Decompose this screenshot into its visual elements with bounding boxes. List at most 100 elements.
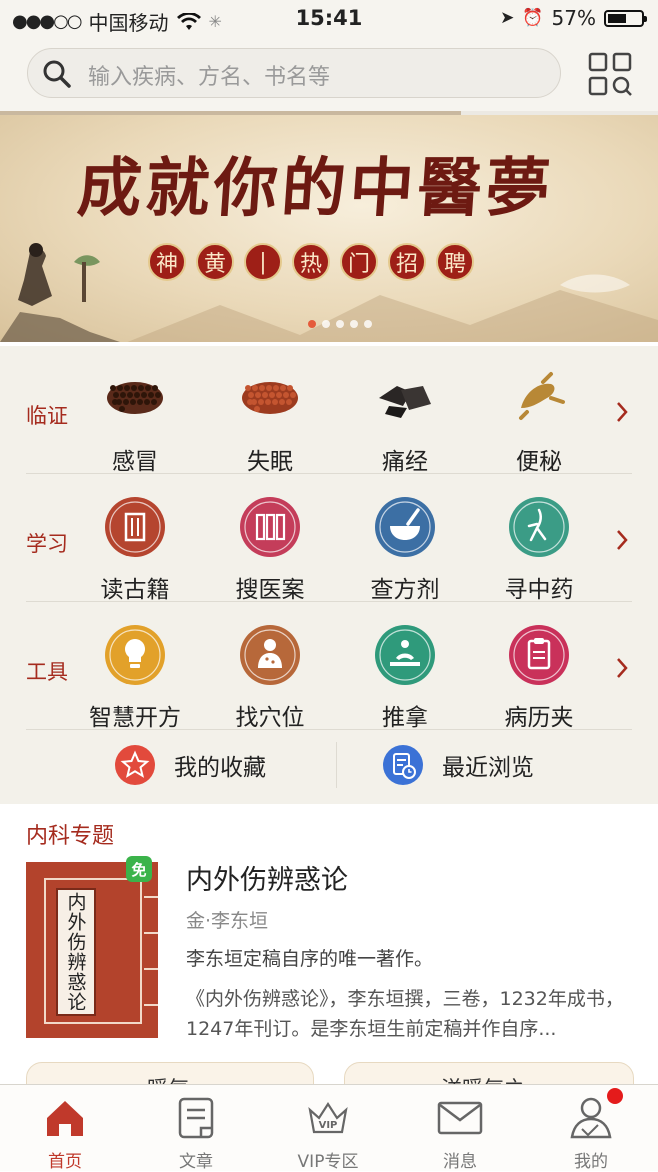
- tab-label: 消息: [443, 1152, 477, 1172]
- category-item-label: 感冒: [112, 449, 158, 475]
- free-badge: 免: [126, 856, 152, 882]
- category-item-label: 寻中药: [504, 577, 574, 603]
- banner-chip: 热: [292, 243, 330, 281]
- category-item[interactable]: 读古籍: [80, 496, 190, 604]
- tab-bar: 首页 文章 VIP VIP专区 消息 我的: [0, 1084, 658, 1172]
- tab-user[interactable]: 我的: [541, 1093, 641, 1172]
- banner-dot[interactable]: [308, 320, 316, 328]
- location-icon: ➤: [500, 8, 515, 28]
- tab-label: 文章: [179, 1152, 213, 1172]
- vip-crown-icon: VIP: [278, 1093, 378, 1143]
- recent-label: 最近浏览: [442, 755, 534, 781]
- category-item[interactable]: 失眠: [215, 368, 325, 476]
- banner-chip: 门: [340, 243, 378, 281]
- notification-dot: [607, 1088, 623, 1104]
- banner-dot[interactable]: [322, 320, 330, 328]
- svg-text:VIP: VIP: [319, 1120, 338, 1131]
- category-item-label: 找穴位: [235, 705, 305, 731]
- banner-chip: |: [244, 243, 282, 281]
- book-cover-title: 内外伤辨惑论: [56, 888, 96, 1016]
- search-header: 输入疾病、方名、书名等: [0, 38, 658, 112]
- acupoint-body-icon: [240, 625, 300, 685]
- scroll-book-icon: [105, 497, 165, 557]
- article-icon: [146, 1093, 246, 1143]
- star-icon: [115, 745, 155, 785]
- banner-title: 成就你的中醫夢: [74, 151, 557, 226]
- promo-banner[interactable]: 成就你的中醫夢 神黄 | 热门招聘: [0, 115, 658, 342]
- tab-label: VIP专区: [297, 1152, 359, 1172]
- mail-icon: [410, 1093, 510, 1143]
- tab-vip-crown[interactable]: VIP VIP专区: [278, 1093, 378, 1172]
- history-icon: [383, 745, 423, 785]
- banner-dot[interactable]: [364, 320, 372, 328]
- category-item[interactable]: 查方剂: [350, 496, 460, 604]
- banner-chip: 招: [388, 243, 426, 281]
- category-item-label: 查方剂: [370, 577, 440, 603]
- banner-chip: 聘: [436, 243, 474, 281]
- tab-label: 我的: [574, 1152, 608, 1172]
- banner-chip: 神: [148, 243, 186, 281]
- category-item[interactable]: 推拿: [350, 624, 460, 732]
- category-item[interactable]: 感冒: [80, 368, 190, 476]
- row-divider: [26, 473, 632, 474]
- tab-home[interactable]: 首页: [15, 1093, 115, 1172]
- mortar-icon: [375, 497, 435, 557]
- banner-dot[interactable]: [336, 320, 344, 328]
- battery-icon: [604, 9, 647, 27]
- chevron-right-icon[interactable]: [614, 656, 630, 684]
- category-row-label: 临证: [26, 404, 68, 428]
- search-placeholder: 输入疾病、方名、书名等: [88, 65, 331, 90]
- banner-chip: 黄: [196, 243, 234, 281]
- category-item-label: 病历夹: [504, 705, 574, 731]
- search-input[interactable]: 输入疾病、方名、书名等: [27, 48, 561, 98]
- herb-seeds-icon: [107, 382, 163, 414]
- book-binding: [144, 862, 158, 1038]
- battery-percent: 57%: [551, 6, 596, 30]
- chevron-right-icon[interactable]: [614, 528, 630, 556]
- book-author: 金·李东垣: [186, 910, 269, 932]
- category-item[interactable]: 便秘: [484, 368, 594, 476]
- category-row: 临证感冒 失眠 痛经 便秘: [0, 346, 658, 476]
- status-bar: ●●●○○ 中国移动 ✳ 15:41 ➤ ⏰ 57%: [0, 0, 658, 38]
- book-summary: 李东垣定稿自序的唯一著作。: [186, 948, 434, 970]
- user-icon: [541, 1093, 641, 1143]
- banner-chips: 神黄 | 热门招聘: [148, 243, 474, 281]
- category-item-label: 便秘: [516, 449, 562, 475]
- books-icon: [240, 497, 300, 557]
- lightbulb-icon: [105, 625, 165, 685]
- home-icon: [15, 1093, 115, 1143]
- category-row-label: 学习: [26, 532, 68, 556]
- scan-grid-icon[interactable]: [588, 52, 632, 96]
- chevron-right-icon[interactable]: [614, 400, 630, 428]
- book-cover[interactable]: 内外伤辨惑论: [26, 862, 158, 1038]
- herb-root-icon: [519, 372, 565, 420]
- category-item[interactable]: 找穴位: [215, 624, 325, 732]
- category-row: 学习读古籍 搜医案 查方剂 寻中药: [0, 474, 658, 604]
- banner-pagination[interactable]: [308, 320, 372, 328]
- favorites-button[interactable]: 我的收藏: [114, 740, 266, 790]
- shortcut-divider: [336, 742, 337, 788]
- category-item[interactable]: 痛经: [350, 368, 460, 476]
- category-row: 工具 智慧开方 找穴位 推拿 病历夹: [0, 602, 658, 732]
- recent-button[interactable]: 最近浏览: [382, 740, 534, 790]
- category-item[interactable]: 病历夹: [484, 624, 594, 732]
- category-item-label: 痛经: [382, 449, 428, 475]
- alarm-icon: ⏰: [522, 8, 544, 28]
- category-item[interactable]: 寻中药: [484, 496, 594, 604]
- category-item-label: 搜医案: [235, 577, 305, 603]
- category-item[interactable]: 智慧开方: [80, 624, 190, 732]
- book-title[interactable]: 内外伤辨惑论: [186, 858, 348, 897]
- tab-mail[interactable]: 消息: [410, 1093, 510, 1172]
- tab-article[interactable]: 文章: [146, 1093, 246, 1172]
- row-divider: [26, 601, 632, 602]
- banner-dot[interactable]: [350, 320, 358, 328]
- massage-icon: [375, 625, 435, 685]
- herb-red-seeds-icon: [242, 382, 298, 414]
- clipboard-icon: [509, 625, 569, 685]
- tab-label: 首页: [48, 1152, 82, 1172]
- category-item[interactable]: 搜医案: [215, 496, 325, 604]
- category-panel: 工具 智慧开方 找穴位 推拿 病历夹 学习 读古籍 搜医案 查方剂 寻中药 临证 感冒 失眠 痛经 便秘 我…: [0, 346, 658, 804]
- shortcut-row: 我的收藏 最近浏览: [0, 730, 658, 802]
- category-item-label: 读古籍: [100, 577, 170, 603]
- ginseng-icon: [509, 497, 569, 557]
